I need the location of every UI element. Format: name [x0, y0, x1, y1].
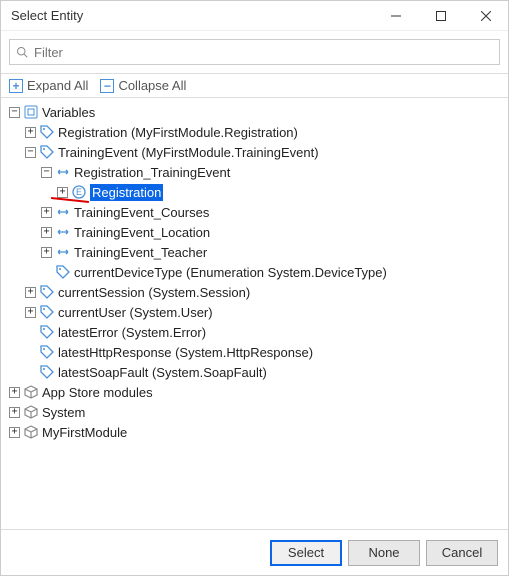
- tree-item-location[interactable]: +TrainingEvent_Location: [3, 222, 506, 242]
- tree-item-courses[interactable]: +TrainingEvent_Courses: [3, 202, 506, 222]
- select-button[interactable]: Select: [270, 540, 342, 566]
- tree-item-devicetype[interactable]: currentDeviceType (Enumeration System.De…: [3, 262, 506, 282]
- entity-tree[interactable]: −Variables +Registration (MyFirstModule.…: [1, 98, 508, 573]
- close-button[interactable]: [463, 1, 508, 31]
- link-icon: [55, 204, 71, 220]
- collapse-icon[interactable]: −: [25, 147, 36, 158]
- tree-item-latestsoap[interactable]: latestSoapFault (System.SoapFault): [3, 362, 506, 382]
- tag-icon: [39, 344, 55, 360]
- titlebar: Select Entity: [1, 1, 508, 31]
- link-icon: [55, 224, 71, 240]
- module-icon: [23, 424, 39, 440]
- module-icon: [23, 384, 39, 400]
- filter-toolbar: [1, 31, 508, 73]
- tree-item-teacher[interactable]: +TrainingEvent_Teacher: [3, 242, 506, 262]
- tree-item-latesterror[interactable]: latestError (System.Error): [3, 322, 506, 342]
- plus-icon: +: [9, 79, 23, 93]
- expand-icon[interactable]: +: [9, 427, 20, 438]
- maximize-button[interactable]: [418, 1, 463, 31]
- tree-item-trainingevent-var[interactable]: −TrainingEvent (MyFirstModule.TrainingEv…: [3, 142, 506, 162]
- expand-icon[interactable]: +: [25, 307, 36, 318]
- tree-item-currentsession[interactable]: +currentSession (System.Session): [3, 282, 506, 302]
- tree-item-registration-trainingevent[interactable]: −Registration_TrainingEvent: [3, 162, 506, 182]
- dialog-footer: Select None Cancel: [1, 529, 508, 575]
- tag-icon: [39, 324, 55, 340]
- expand-icon[interactable]: +: [41, 247, 52, 258]
- entity-icon: E: [71, 184, 87, 200]
- expand-icon[interactable]: +: [9, 387, 20, 398]
- tree-item-latesthttp[interactable]: latestHttpResponse (System.HttpResponse): [3, 342, 506, 362]
- tree-item-myfirstmodule[interactable]: +MyFirstModule: [3, 422, 506, 442]
- tag-icon: [39, 144, 55, 160]
- expand-toolbar: +Expand All −Collapse All: [1, 73, 508, 98]
- window-title: Select Entity: [11, 8, 373, 23]
- expand-icon[interactable]: +: [57, 187, 68, 198]
- tag-icon: [39, 124, 55, 140]
- collapse-icon[interactable]: −: [41, 167, 52, 178]
- search-icon: [16, 46, 28, 58]
- tag-icon: [39, 304, 55, 320]
- expand-icon[interactable]: +: [25, 287, 36, 298]
- variables-icon: [23, 104, 39, 120]
- tree-item-variables[interactable]: −Variables: [3, 102, 506, 122]
- tree-item-currentuser[interactable]: +currentUser (System.User): [3, 302, 506, 322]
- collapse-all-button[interactable]: −Collapse All: [100, 78, 186, 93]
- expand-icon[interactable]: +: [41, 227, 52, 238]
- cancel-button[interactable]: Cancel: [426, 540, 498, 566]
- expand-all-button[interactable]: +Expand All: [9, 78, 88, 93]
- tree-item-appstore[interactable]: +App Store modules: [3, 382, 506, 402]
- expand-icon[interactable]: +: [9, 407, 20, 418]
- tag-icon: [55, 264, 71, 280]
- link-icon: [55, 164, 71, 180]
- tree-item-registration-var[interactable]: +Registration (MyFirstModule.Registratio…: [3, 122, 506, 142]
- collapse-icon[interactable]: −: [9, 107, 20, 118]
- svg-text:E: E: [76, 187, 82, 197]
- tree-item-registration-entity[interactable]: + E Registration: [3, 182, 506, 202]
- tag-icon: [39, 284, 55, 300]
- none-button[interactable]: None: [348, 540, 420, 566]
- module-icon: [23, 404, 39, 420]
- expand-icon[interactable]: +: [25, 127, 36, 138]
- link-icon: [55, 244, 71, 260]
- minus-icon: −: [100, 79, 114, 93]
- filter-input[interactable]: [34, 45, 493, 60]
- minimize-button[interactable]: [373, 1, 418, 31]
- filter-box[interactable]: [9, 39, 500, 65]
- selected-label: Registration: [90, 184, 163, 201]
- tree-item-system[interactable]: +System: [3, 402, 506, 422]
- expand-icon[interactable]: +: [41, 207, 52, 218]
- tag-icon: [39, 364, 55, 380]
